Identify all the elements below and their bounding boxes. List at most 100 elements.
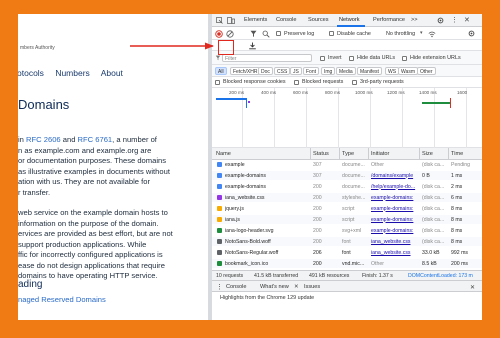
- table-row[interactable]: jquery.js 200 script example-domains: (disk …: [212, 204, 482, 213]
- column-name[interactable]: Name: [216, 151, 231, 157]
- drawer-tab-whats-new[interactable]: What's new: [260, 284, 289, 290]
- table-row[interactable]: iana-logo-header.svg 200 svg+xml example-do…: [212, 226, 482, 235]
- device-toolbar-icon[interactable]: [227, 17, 235, 26]
- disable-cache-checkbox[interactable]: [329, 31, 334, 36]
- tab-elements[interactable]: Elements: [244, 17, 267, 23]
- cell-initiator[interactable]: example-domains:: [371, 206, 418, 212]
- paragraph-line: ease do not design applications that req…: [18, 260, 165, 270]
- hide-extension-urls-checkbox[interactable]: [402, 55, 407, 61]
- preserve-log-checkbox[interactable]: [276, 31, 281, 36]
- cell-type: script: [342, 205, 355, 212]
- cell-time: 200 ms: [451, 260, 469, 267]
- column-status[interactable]: Status: [313, 151, 329, 157]
- close-icon[interactable]: ✕: [464, 16, 470, 24]
- inspect-element-icon[interactable]: [216, 17, 223, 26]
- rfc6761-link[interactable]: RFC 6761: [78, 135, 113, 144]
- close-tab-icon[interactable]: ✕: [294, 284, 299, 290]
- type-chip-manifest[interactable]: Manifest: [357, 67, 382, 75]
- export-har-download-icon[interactable]: [248, 42, 257, 52]
- cell-status: 200: [313, 205, 322, 212]
- column-size[interactable]: Size: [422, 151, 433, 157]
- filter-icon[interactable]: [250, 30, 257, 40]
- tab-performance[interactable]: Performance: [373, 17, 405, 23]
- settings-gear-icon[interactable]: [437, 17, 444, 26]
- resources-size: 491 kB resources: [309, 273, 350, 279]
- type-chip-css[interactable]: CSS: [274, 67, 291, 75]
- type-chip-font[interactable]: Font: [303, 67, 320, 75]
- type-chip-other[interactable]: Other: [417, 67, 436, 75]
- third-party-checkbox[interactable]: [352, 79, 357, 85]
- tab-console[interactable]: Console: [276, 17, 297, 23]
- cell-initiator[interactable]: example-domains:: [371, 228, 418, 234]
- cell-size: (disk ca...: [422, 216, 445, 223]
- cell-initiator[interactable]: iana_website.css: [371, 250, 418, 256]
- table-row[interactable]: iana_website.css 200 styleshe... example-do…: [212, 193, 482, 202]
- column-time[interactable]: Time: [451, 151, 463, 157]
- close-drawer-icon[interactable]: ✕: [470, 284, 475, 291]
- hide-data-urls-label: Hide data URLs: [357, 55, 396, 61]
- cell-time: 8 ms: [451, 238, 463, 245]
- more-options-icon[interactable]: ⋮: [451, 16, 458, 24]
- drawer-tabbar: ⋮ Console What's new ✕ Issues ✕: [212, 280, 482, 292]
- cell-type: font: [342, 249, 351, 256]
- network-overview-timeline[interactable]: 200 ms 400 ms 600 ms 800 ms 1000 ms 1200…: [212, 88, 482, 148]
- import-export-toolbar: [212, 40, 482, 51]
- type-chip-wasm[interactable]: Wasm: [398, 67, 418, 75]
- search-icon[interactable]: [262, 30, 270, 40]
- cell-initiator[interactable]: /help/example-do...: [371, 184, 418, 190]
- tab-network[interactable]: Network: [339, 17, 360, 23]
- table-row[interactable]: example-domains 307 docume... /domains/exam…: [212, 171, 482, 180]
- filter-input[interactable]: Filter: [222, 54, 312, 62]
- cell-type: docume...: [342, 161, 365, 168]
- cell-initiator[interactable]: /domains/example: [371, 173, 418, 179]
- drawer-tab-console[interactable]: Console: [226, 284, 247, 290]
- network-toolbar: Preserve log Disable cache No throttling…: [212, 27, 482, 40]
- network-conditions-icon[interactable]: [428, 30, 436, 40]
- nav-link-protocols[interactable]: otocols: [18, 68, 44, 78]
- cell-initiator[interactable]: example-domains:: [371, 217, 418, 223]
- blocked-cookies-checkbox[interactable]: [215, 79, 220, 85]
- paragraph-line: ervices are provided as best effort, but…: [18, 229, 173, 238]
- cell-initiator[interactable]: example-domains:: [371, 195, 418, 201]
- timeline-bar: [216, 98, 246, 100]
- timeline-bar: [248, 101, 250, 103]
- type-chip-doc[interactable]: Doc: [258, 67, 273, 75]
- type-chip-media[interactable]: Media: [336, 67, 356, 75]
- column-type[interactable]: Type: [342, 151, 354, 157]
- table-row[interactable]: NotoSans-Bold.woff 200 font iana_website.cs…: [212, 237, 482, 246]
- rfc2606-link[interactable]: RFC 2606: [26, 135, 61, 144]
- drawer-tab-issues[interactable]: Issues: [304, 284, 320, 290]
- blocked-requests-checkbox[interactable]: [294, 79, 299, 85]
- chevron-down-icon[interactable]: ▾: [420, 30, 423, 36]
- invert-checkbox[interactable]: [320, 55, 325, 61]
- type-chip-img[interactable]: Img: [321, 67, 336, 75]
- paragraph-line: web service on the example domain hosts …: [18, 208, 168, 217]
- clear-icon[interactable]: [226, 29, 234, 40]
- nav-link-about[interactable]: About: [101, 68, 123, 78]
- nav-link-numbers[interactable]: Numbers: [55, 68, 89, 78]
- table-row[interactable]: iana.js 200 script example-domains: (disk ca…: [212, 215, 482, 224]
- type-chip-fetch-xhr[interactable]: Fetch/XHR: [230, 67, 261, 75]
- timeline-bar: [422, 102, 450, 104]
- cell-status: 200: [313, 238, 322, 245]
- reserved-domains-link[interactable]: naged Reserved Domains: [18, 295, 106, 304]
- filter-icon-small: [215, 55, 221, 63]
- table-row[interactable]: bookmark_icon.ico 200 vnd.mic... Other 8.5 k…: [212, 259, 482, 268]
- column-initiator[interactable]: Initiator: [371, 151, 389, 157]
- network-settings-gear-icon[interactable]: [468, 30, 475, 39]
- more-tabs-button[interactable]: >>: [411, 17, 418, 23]
- table-row[interactable]: example 307 docume... Other (disk ca... Pendi…: [212, 160, 482, 169]
- site-authority-text: mbers Authority: [20, 45, 55, 51]
- type-chip-js[interactable]: JS: [290, 67, 302, 75]
- record-stop-icon[interactable]: [215, 29, 223, 40]
- hide-data-urls-checkbox[interactable]: [349, 55, 354, 61]
- cell-initiator[interactable]: iana_website.css: [371, 239, 418, 245]
- type-chip-all[interactable]: All: [215, 67, 227, 75]
- tab-sources[interactable]: Sources: [308, 17, 329, 23]
- table-row[interactable]: NotoSans-Regular.woff 206 font iana_website…: [212, 248, 482, 257]
- table-row[interactable]: example-domains 200 docume... /help/example…: [212, 182, 482, 191]
- drawer-menu-icon[interactable]: ⋮: [216, 283, 223, 291]
- throttling-select[interactable]: No throttling: [386, 31, 415, 37]
- cell-name: iana-logo-header.svg: [225, 227, 274, 234]
- type-chip-ws[interactable]: WS: [385, 67, 400, 75]
